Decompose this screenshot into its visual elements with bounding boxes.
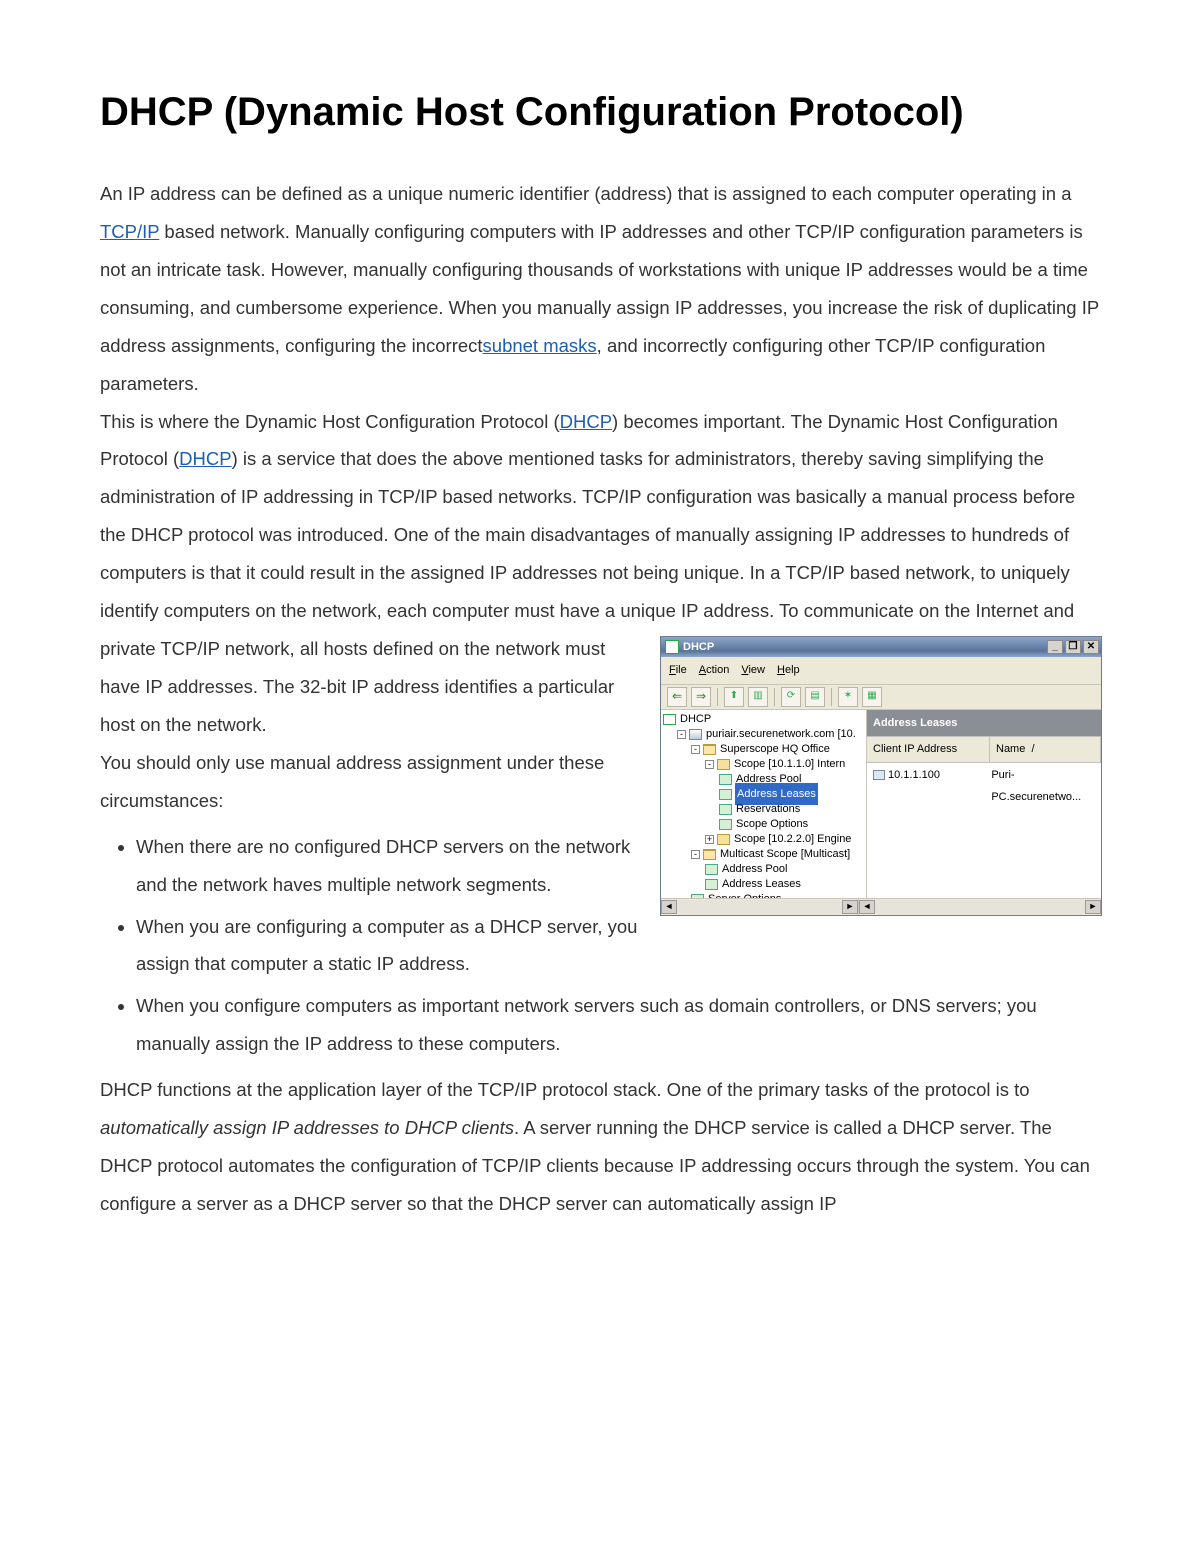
mmc-scrollbar: ◄ ► ◄ ► — [661, 898, 1101, 915]
scroll-right-button-2[interactable]: ► — [1085, 900, 1101, 914]
lease-ip: 10.1.1.100 — [888, 769, 940, 781]
pool-icon — [705, 864, 718, 875]
para4-italic: automatically assign IP addresses to DHC… — [100, 1117, 514, 1138]
folder-icon — [717, 759, 730, 770]
link-dhcp-2[interactable]: DHCP — [179, 448, 231, 469]
close-button[interactable]: ✕ — [1083, 640, 1099, 654]
server-icon — [689, 729, 702, 740]
export-button[interactable]: ▤ — [805, 687, 825, 707]
link-tcpip[interactable]: TCP/IP — [100, 221, 159, 242]
collapse-icon[interactable]: - — [691, 745, 700, 754]
collapse-icon[interactable]: - — [705, 760, 714, 769]
options-icon — [719, 819, 732, 830]
lease-row[interactable]: 10.1.1.100 Puri-PC.securenetwo... — [867, 763, 1101, 810]
scroll-track[interactable] — [677, 900, 842, 914]
collapse-icon[interactable]: - — [691, 850, 700, 859]
back-button[interactable]: ⇐ — [667, 687, 687, 707]
para4-t1: DHCP functions at the application layer … — [100, 1079, 1030, 1100]
forward-button[interactable]: ⇒ — [691, 687, 711, 707]
list-item: When you configure computers as importan… — [136, 987, 1100, 1063]
mmc-title: DHCP — [683, 636, 714, 659]
refresh-button[interactable]: ⟳ — [781, 687, 801, 707]
pool-icon — [719, 774, 732, 785]
mmc-details-pane: Address Leases Client IP Address Name / … — [867, 710, 1101, 898]
mmc-window: DHCP _ ❐ ✕ File Action View Help ⇐ ⇒ ⬆ — [660, 636, 1102, 916]
scroll-left-button-2[interactable]: ◄ — [859, 900, 875, 914]
lease-name: Puri-PC.securenetwo... — [985, 764, 1101, 809]
maximize-button[interactable]: ❐ — [1065, 640, 1081, 654]
col-client-ip[interactable]: Client IP Address — [867, 737, 990, 762]
menu-file[interactable]: File — [669, 659, 687, 682]
link-subnet-masks[interactable]: subnet masks — [483, 335, 597, 356]
minimize-button[interactable]: _ — [1047, 640, 1063, 654]
para2-t1: This is where the Dynamic Host Configura… — [100, 411, 560, 432]
expand-icon[interactable]: + — [705, 835, 714, 844]
options-icon — [691, 894, 704, 898]
folder-open-icon — [703, 849, 716, 860]
reservations-icon — [719, 804, 732, 815]
para3: You should only use manual address assig… — [100, 752, 604, 811]
folder-open-icon — [703, 744, 716, 755]
scroll-left-button[interactable]: ◄ — [661, 900, 677, 914]
para1-t1: An IP address can be defined as a unique… — [100, 183, 1072, 204]
show-hide-button[interactable]: ▥ — [748, 687, 768, 707]
mmc-titlebar[interactable]: DHCP _ ❐ ✕ — [661, 637, 1101, 657]
mmc-toolbar: ⇐ ⇒ ⬆ ▥ ⟳ ▤ ✶ ▦ — [661, 685, 1101, 710]
page-title: DHCP (Dynamic Host Configuration Protoco… — [100, 90, 1100, 135]
mmc-menubar: File Action View Help — [661, 657, 1101, 685]
scroll-track-2[interactable] — [875, 900, 1085, 914]
list-item: When you are configuring a computer as a… — [136, 908, 1100, 984]
leases-icon — [719, 789, 732, 800]
tree-server-options[interactable]: Server Options — [663, 892, 866, 898]
collapse-icon[interactable]: - — [677, 730, 686, 739]
link-dhcp-1[interactable]: DHCP — [560, 411, 612, 432]
para2-t3-start: ) is a service that does the above menti… — [100, 448, 1075, 659]
col-name[interactable]: Name / — [990, 737, 1101, 762]
dhcp-app-icon — [665, 640, 679, 654]
details-header: Address Leases — [867, 710, 1101, 737]
menu-action[interactable]: Action — [699, 659, 730, 682]
menu-view[interactable]: View — [741, 659, 765, 682]
properties-button[interactable]: ✶ — [838, 687, 858, 707]
dhcp-icon — [663, 714, 676, 725]
dhcp-mmc-figure: DHCP _ ❐ ✕ File Action View Help ⇐ ⇒ ⬆ — [660, 636, 1100, 916]
mmc-tree-pane[interactable]: DHCP -puriair.securenetwork.com [10. -Su… — [661, 710, 867, 898]
scroll-right-button[interactable]: ► — [842, 900, 858, 914]
body-text: An IP address can be defined as a unique… — [100, 175, 1100, 1223]
up-button[interactable]: ⬆ — [724, 687, 744, 707]
menu-help[interactable]: Help — [777, 659, 800, 682]
computer-icon — [873, 770, 885, 780]
details-columns: Client IP Address Name / — [867, 736, 1101, 763]
help-button[interactable]: ▦ — [862, 687, 882, 707]
